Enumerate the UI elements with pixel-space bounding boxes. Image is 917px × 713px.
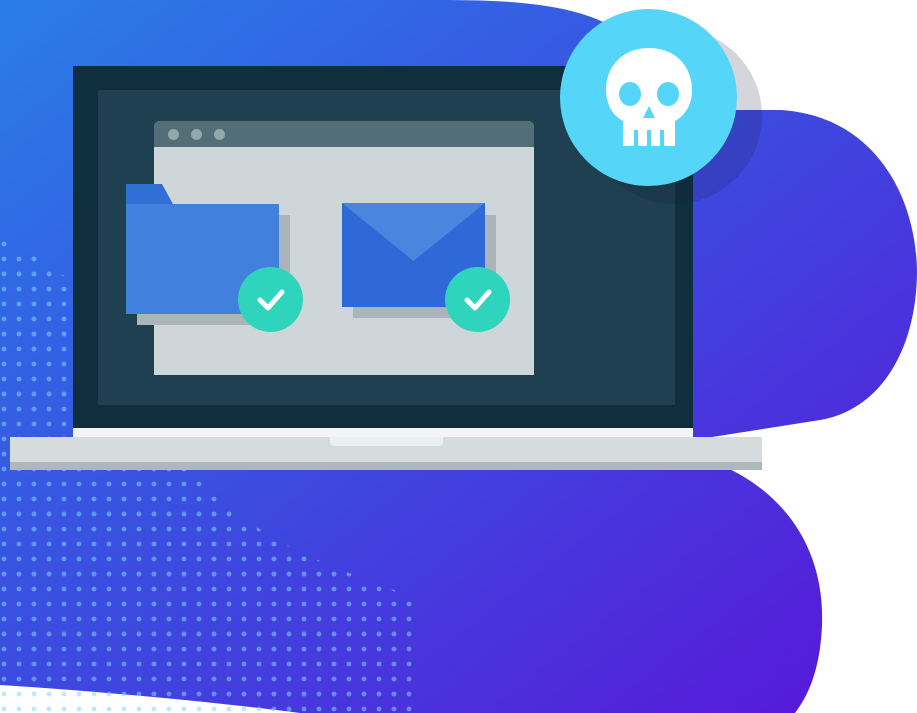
folder-checkmark-icon: [238, 267, 303, 332]
envelope-flap: [342, 203, 485, 261]
window-dot: [168, 129, 179, 140]
window-dot: [214, 129, 225, 140]
skull-icon: [560, 9, 737, 186]
laptop-notch: [330, 437, 443, 446]
window-titlebar: [154, 121, 534, 147]
window-dot: [191, 129, 202, 140]
envelope-checkmark-icon: [445, 267, 510, 332]
laptop-base-shadow: [10, 462, 762, 470]
